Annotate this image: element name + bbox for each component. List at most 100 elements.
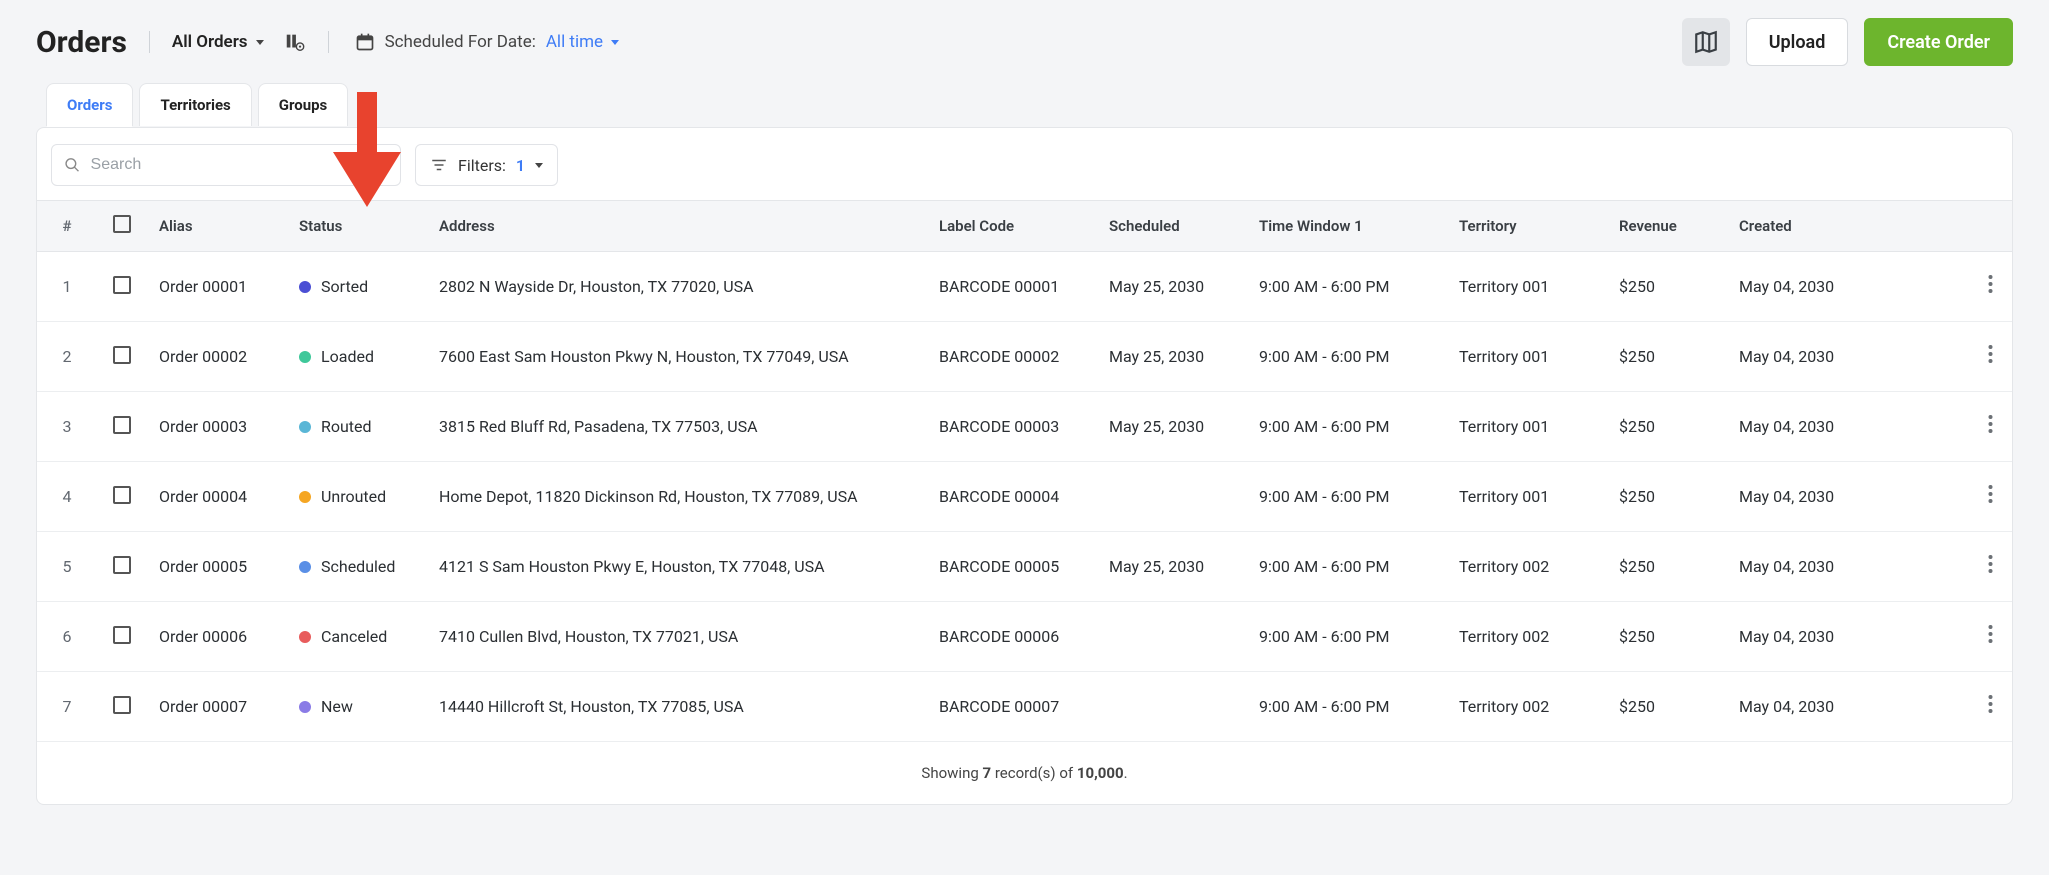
row-checkbox[interactable] [113, 276, 131, 294]
cell-address: Home Depot, 11820 Dickinson Rd, Houston,… [427, 462, 927, 532]
status-dot-icon [299, 351, 311, 363]
map-icon [1693, 29, 1719, 55]
cell-alias: Order 00007 [147, 672, 287, 742]
kebab-icon [1988, 344, 1993, 364]
table-row[interactable]: 2 Order 00002 Loaded 7600 East Sam Houst… [37, 322, 2012, 392]
tab-territories[interactable]: Territories [139, 83, 251, 126]
divider [328, 31, 329, 53]
cell-status: Routed [287, 392, 427, 462]
footer-suffix: . [1124, 764, 1128, 782]
tab-orders[interactable]: Orders [46, 83, 133, 126]
cell-address: 4121 S Sam Houston Pkwy E, Houston, TX 7… [427, 532, 927, 602]
col-created[interactable]: Created [1727, 201, 1968, 252]
table-row[interactable]: 4 Order 00004 Unrouted Home Depot, 11820… [37, 462, 2012, 532]
col-address[interactable]: Address [427, 201, 927, 252]
row-actions-menu[interactable] [1968, 252, 2012, 322]
cell-created: May 04, 2030 [1727, 462, 1968, 532]
row-actions-menu[interactable] [1968, 392, 2012, 462]
cell-address: 3815 Red Bluff Rd, Pasadena, TX 77503, U… [427, 392, 927, 462]
col-number[interactable]: # [37, 201, 97, 252]
cell-territory: Territory 002 [1447, 672, 1607, 742]
cell-created: May 04, 2030 [1727, 252, 1968, 322]
table-row[interactable]: 6 Order 00006 Canceled 7410 Cullen Blvd,… [37, 602, 2012, 672]
cell-status: Unrouted [287, 462, 427, 532]
create-order-button[interactable]: Create Order [1864, 18, 2013, 66]
cell-label-code: BARCODE 00005 [927, 532, 1097, 602]
kebab-icon [1988, 274, 1993, 294]
cell-territory: Territory 001 [1447, 392, 1607, 462]
cell-address: 7600 East Sam Houston Pkwy N, Houston, T… [427, 322, 927, 392]
map-button[interactable] [1682, 18, 1730, 66]
search-icon [64, 156, 81, 174]
cell-time-window: 9:00 AM - 6:00 PM [1247, 602, 1447, 672]
col-status[interactable]: Status [287, 201, 427, 252]
row-number: 5 [37, 532, 97, 602]
cell-time-window: 9:00 AM - 6:00 PM [1247, 322, 1447, 392]
status-text: Sorted [321, 277, 368, 296]
filters-dropdown[interactable]: Filters: 1 [415, 144, 558, 186]
row-number: 6 [37, 602, 97, 672]
row-actions-menu[interactable] [1968, 532, 2012, 602]
upload-button[interactable]: Upload [1746, 18, 1849, 66]
search-input-wrap[interactable] [51, 144, 401, 186]
status-text: Unrouted [321, 487, 386, 506]
footer-prefix: Showing [921, 764, 982, 782]
status-dot-icon [299, 561, 311, 573]
footer-mid: record(s) of [991, 764, 1077, 782]
select-all-checkbox[interactable] [113, 215, 131, 233]
status-dot-icon [299, 421, 311, 433]
all-orders-dropdown[interactable]: All Orders [172, 32, 264, 52]
cell-territory: Territory 001 [1447, 252, 1607, 322]
columns-settings-icon[interactable] [284, 31, 306, 53]
cell-territory: Territory 001 [1447, 322, 1607, 392]
table-row[interactable]: 1 Order 00001 Sorted 2802 N Wayside Dr, … [37, 252, 2012, 322]
cell-status: Canceled [287, 602, 427, 672]
status-dot-icon [299, 631, 311, 643]
cell-time-window: 9:00 AM - 6:00 PM [1247, 532, 1447, 602]
col-label-code[interactable]: Label Code [927, 201, 1097, 252]
page-title: Orders [36, 25, 127, 60]
cell-revenue: $250 [1607, 602, 1727, 672]
cell-time-window: 9:00 AM - 6:00 PM [1247, 392, 1447, 462]
row-checkbox[interactable] [113, 696, 131, 714]
col-checkbox [97, 201, 147, 252]
row-checkbox[interactable] [113, 486, 131, 504]
row-actions-menu[interactable] [1968, 322, 2012, 392]
col-scheduled[interactable]: Scheduled [1097, 201, 1247, 252]
cell-created: May 04, 2030 [1727, 532, 1968, 602]
table-row[interactable]: 3 Order 00003 Routed 3815 Red Bluff Rd, … [37, 392, 2012, 462]
cell-created: May 04, 2030 [1727, 392, 1968, 462]
cell-alias: Order 00002 [147, 322, 287, 392]
tab-groups[interactable]: Groups [258, 83, 349, 126]
row-actions-menu[interactable] [1968, 672, 2012, 742]
scheduled-date-value: All time [546, 32, 603, 52]
scheduled-date-dropdown[interactable]: All time [546, 32, 619, 52]
table-row[interactable]: 7 Order 00007 New 14440 Hillcroft St, Ho… [37, 672, 2012, 742]
row-actions-menu[interactable] [1968, 462, 2012, 532]
cell-label-code: BARCODE 00004 [927, 462, 1097, 532]
cell-alias: Order 00006 [147, 602, 287, 672]
status-text: Loaded [321, 347, 374, 366]
cell-status: Loaded [287, 322, 427, 392]
row-checkbox[interactable] [113, 556, 131, 574]
status-dot-icon [299, 701, 311, 713]
kebab-icon [1988, 414, 1993, 434]
chevron-down-icon [535, 163, 543, 168]
row-checkbox[interactable] [113, 416, 131, 434]
table-row[interactable]: 5 Order 00005 Scheduled 4121 S Sam Houst… [37, 532, 2012, 602]
search-input[interactable] [91, 156, 388, 174]
cell-territory: Territory 002 [1447, 602, 1607, 672]
cell-scheduled [1097, 672, 1247, 742]
cell-territory: Territory 001 [1447, 462, 1607, 532]
chevron-down-icon [611, 40, 619, 45]
cell-status: Scheduled [287, 532, 427, 602]
row-checkbox[interactable] [113, 346, 131, 364]
kebab-icon [1988, 624, 1993, 644]
col-time-window[interactable]: Time Window 1 [1247, 201, 1447, 252]
col-alias[interactable]: Alias [147, 201, 287, 252]
cell-alias: Order 00001 [147, 252, 287, 322]
row-actions-menu[interactable] [1968, 602, 2012, 672]
col-revenue[interactable]: Revenue [1607, 201, 1727, 252]
row-checkbox[interactable] [113, 626, 131, 644]
col-territory[interactable]: Territory [1447, 201, 1607, 252]
